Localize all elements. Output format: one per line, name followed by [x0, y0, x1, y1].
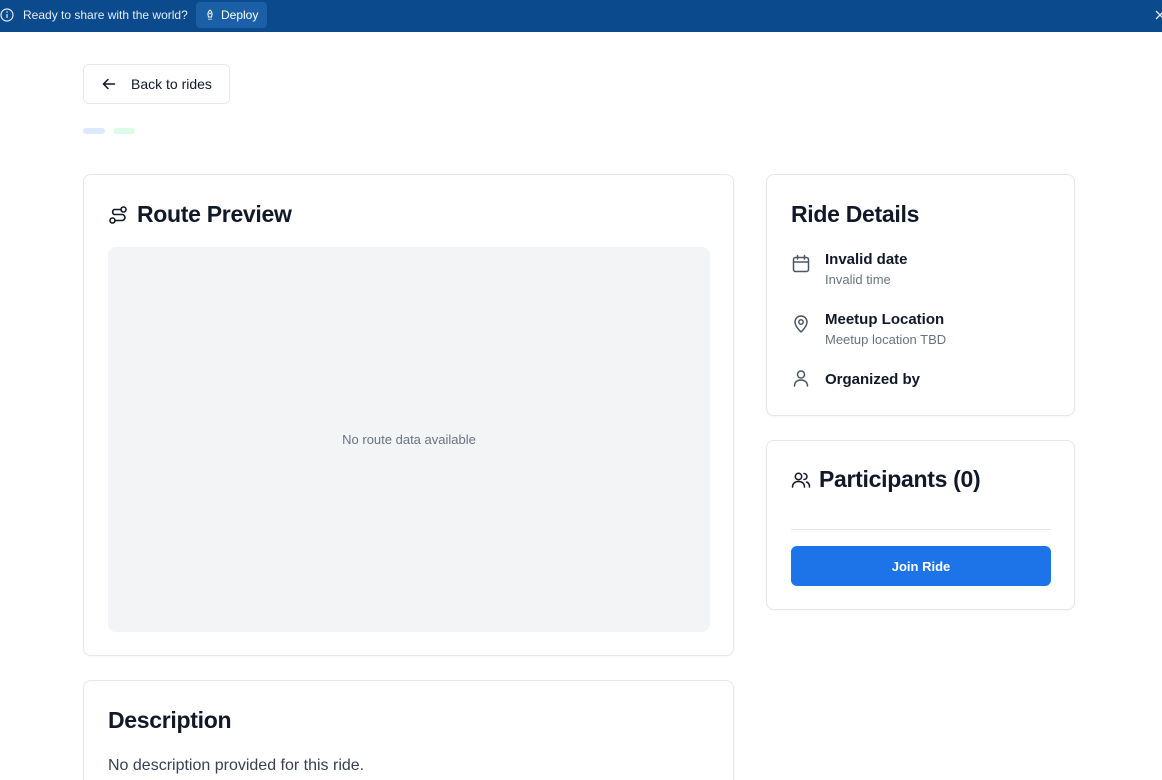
rocket-icon [207, 9, 213, 20]
ride-date: Invalid date [825, 251, 908, 268]
description-card: Description No description provided for … [83, 680, 734, 780]
deploy-button[interactable]: Deploy [196, 2, 268, 28]
participants-divider [791, 529, 1051, 530]
route-preview-heading: Route Preview [108, 201, 292, 228]
route-map-placeholder: No route data available [108, 247, 710, 632]
description-title: Description [108, 707, 232, 733]
calendar-icon [792, 254, 810, 273]
user-icon [793, 370, 809, 387]
loading-pill-blue [83, 128, 105, 134]
route-preview-title: Route Preview [137, 201, 292, 227]
participants-card: Participants (0) Join Ride [766, 440, 1075, 610]
meetup-location-value: Meetup location TBD [825, 332, 947, 347]
participants-heading: Participants (0) [791, 466, 981, 493]
participants-title: Participants (0) [819, 466, 981, 492]
route-preview-card: Route Preview No route data available [83, 174, 734, 656]
back-label: Back to rides [131, 76, 212, 92]
description-text: No description provided for this ride. [108, 757, 365, 774]
loading-pill-green [113, 128, 135, 134]
close-icon[interactable] [1152, 7, 1162, 23]
arrow-left-icon [102, 78, 116, 90]
organized-by-label: Organized by [825, 371, 921, 388]
detail-row-location: Meetup Location Meetup location TBD [791, 310, 946, 347]
back-to-rides-button[interactable]: Back to rides [83, 64, 230, 104]
route-empty-text: No route data available [342, 432, 476, 447]
deploy-banner: Ready to share with the world? Deploy [0, 0, 1162, 32]
map-pin-icon [794, 315, 808, 333]
join-ride-button[interactable]: Join Ride [791, 546, 1051, 586]
ride-details-card: Ride Details Invalid date Invalid time M… [766, 174, 1075, 416]
detail-row-date: Invalid date Invalid time [791, 250, 908, 287]
banner-message: Ready to share with the world? [23, 8, 188, 22]
deploy-label: Deploy [221, 8, 259, 22]
detail-row-organizer: Organized by [791, 370, 920, 390]
users-icon [791, 472, 811, 488]
meetup-location-label: Meetup Location [825, 311, 945, 328]
route-icon [109, 205, 127, 224]
info-icon [0, 8, 14, 22]
ride-details-title: Ride Details [791, 201, 920, 227]
ride-time: Invalid time [825, 272, 891, 287]
